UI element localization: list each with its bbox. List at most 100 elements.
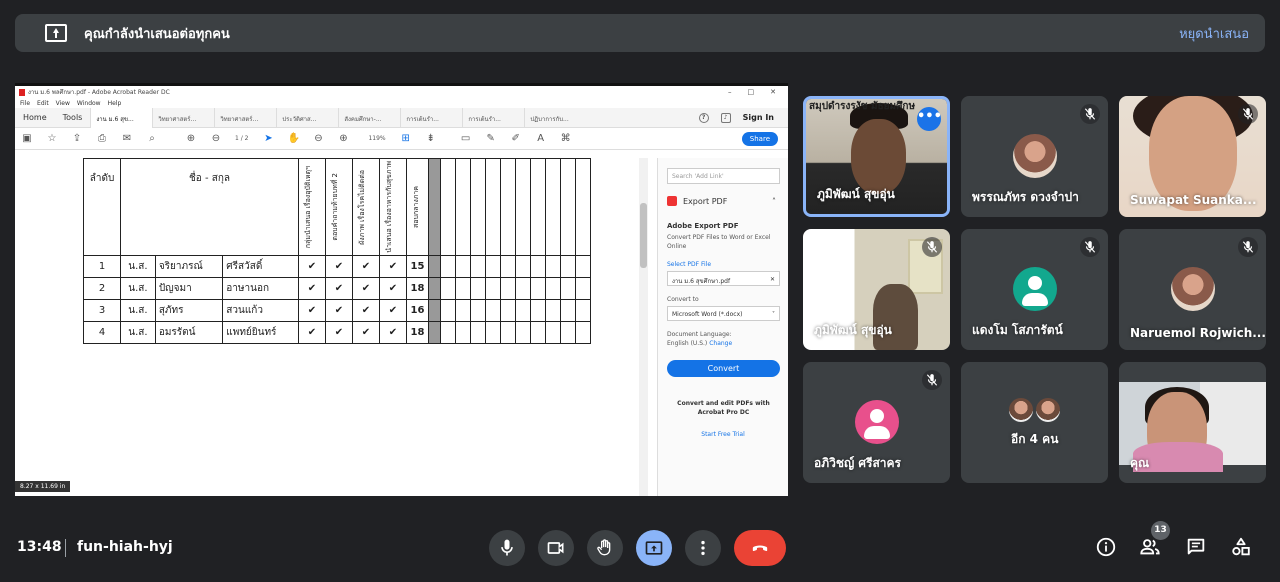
zoom-search-icon[interactable]: ⌕ [146,133,158,145]
presenting-message: คุณกำลังนำเสนอต่อทุกคน [84,26,230,42]
check-cell: ✔ [352,277,380,300]
page-down-icon[interactable]: ⊖ [210,133,222,145]
more-icon[interactable]: ••• [917,107,942,131]
upload-icon[interactable]: ⇪ [71,133,83,145]
doc-tab[interactable]: การเต้นรำ... [400,107,462,128]
doc-tab[interactable]: วิทยาศาสตร์... [152,107,214,128]
doc-tab[interactable]: งาน ม.6 สุข... [90,107,153,128]
self-name: คุณ [1130,456,1150,470]
convert-to-select[interactable]: Microsoft Word (*.docx) ˅ [667,306,780,321]
participant-tile[interactable]: พรรณภัทร ดวงจำปา [961,96,1108,217]
check-cell: ✔ [352,321,380,344]
fit-page-icon[interactable]: ⊞ [400,133,412,145]
participant-tile[interactable]: Naruemol Rojwich... [1119,229,1266,350]
select-tool-icon[interactable]: ➤ [262,133,274,145]
doc-tab[interactable]: ปฏิบาการกับ... [524,107,586,128]
participant-tile[interactable]: ภูมิพัฒน์ สุขอุ่น [803,229,950,350]
mic-button[interactable] [489,530,525,566]
select-pdf-link[interactable]: Select PDF File [667,261,780,268]
adobe-export-desc: Convert PDF Files to Word or Excel Onlin… [667,234,771,250]
clear-file-icon[interactable]: ✕ [770,276,775,283]
activities-button[interactable] [1230,536,1254,560]
doc-tab[interactable]: วิทยาศาสตร์... [214,107,276,128]
menu-edit[interactable]: Edit [37,100,49,107]
participant-name: ภูมิพัฒน์ สุขอุ่น [814,323,892,337]
name-prefix: น.ส. [120,321,156,344]
chat-button[interactable] [1185,536,1209,560]
doc-tab[interactable]: การเต้นรำ... [462,107,524,128]
share-button[interactable]: Share [741,131,778,146]
acrobat-toolbar: ▣ ☆ ⇪ ⎙ ✉ ⌕ ⊕ ⊖ 1 / 2 ➤ ✋ ⊖ ⊕ 119% ⊞ ⇟ ▭… [15,128,788,150]
print-icon[interactable]: ⎙ [96,133,108,145]
comment-icon[interactable]: ▭ [460,133,472,145]
change-language-link[interactable]: Change [709,340,732,347]
selected-file-field[interactable]: งาน ม.6 สุขศึกษา.pdf ✕ [667,271,780,286]
text-icon[interactable]: A [535,133,547,145]
highlight-icon[interactable]: ✎ [485,133,497,145]
menu-view[interactable]: View [56,100,70,107]
zoom-level[interactable]: 119% [368,135,385,142]
participant-tile[interactable]: สมุปดำรงรงัช มัธยมศึกษ ••• ภูมิพัฒน์ สุข… [803,96,950,217]
check-cell: ✔ [325,321,353,344]
participant-tile[interactable]: แดงโม โสภารัตน์ [961,229,1108,350]
camera-button[interactable] [538,530,574,566]
tool-search-input[interactable]: Search 'Add Link' [667,168,780,184]
last-name: ศรีสวัสดิ์ [222,255,299,278]
clock: 13:48 [17,539,62,555]
check-cell: ✔ [298,321,326,344]
convert-button[interactable]: Convert [667,360,780,377]
present-screen-button[interactable] [636,530,672,566]
help-icon[interactable]: ? [698,112,709,123]
close-icon[interactable]: ✕ [770,88,776,96]
stop-presenting-button[interactable]: หยุดนำเสนอ [1179,23,1249,44]
star-icon[interactable]: ☆ [46,133,58,145]
page-indicator[interactable]: 1 / 2 [235,135,248,142]
menu-help[interactable]: Help [108,100,122,107]
meeting-info-button[interactable] [1095,536,1119,560]
zoom-in-icon[interactable]: ⊕ [337,133,349,145]
maximize-icon[interactable]: □ [748,88,755,96]
avatar [1013,134,1057,178]
mic-icon [501,539,513,556]
doc-tab[interactable]: สังคมศึกษา-... [338,107,400,128]
row-number: 1 [83,255,121,278]
more-options-button[interactable] [685,530,721,566]
save-icon[interactable]: ▣ [21,133,33,145]
present-screen-icon [645,541,663,555]
leave-call-button[interactable] [734,530,786,566]
bell-icon[interactable]: ♪ [720,112,731,123]
zoom-out-icon[interactable]: ⊖ [312,133,324,145]
document-scrollbar[interactable] [639,158,648,496]
last-name: อาษานอก [222,277,299,300]
divider [65,539,66,557]
stamp-icon[interactable]: ⌘ [560,133,572,145]
participant-tile[interactable]: อภิวิชญ์ ศรีสาคร [803,362,950,483]
others-tile[interactable]: อีก 4 คน [961,362,1108,483]
mail-icon[interactable]: ✉ [121,133,133,145]
participant-tile[interactable]: Suwapat Suanka... [1119,96,1266,217]
scrollbar-thumb[interactable] [640,203,647,268]
sign-in-button[interactable]: Sign In [743,113,774,122]
export-pdf-header[interactable]: Export PDF ˄ [667,196,788,206]
self-tile[interactable]: คุณ [1119,362,1266,483]
avatar [1034,396,1062,424]
doc-tab[interactable]: ประวัติศาส... [276,107,338,128]
tab-tools[interactable]: Tools [55,113,91,122]
chat-icon [1187,538,1205,555]
start-free-trial-link[interactable]: Start Free Trial [658,431,788,438]
page-size-readout: 8.27 x 11.69 in [15,481,71,492]
tab-home[interactable]: Home [15,113,55,122]
menu-file[interactable]: File [20,100,30,107]
name-prefix: น.ส. [120,299,156,322]
scroll-mode-icon[interactable]: ⇟ [425,133,437,145]
draw-icon[interactable]: ✐ [510,133,522,145]
raise-hand-button[interactable] [587,530,623,566]
avatar [855,400,899,444]
check-cell: ✔ [379,277,407,300]
menu-window[interactable]: Window [77,100,101,107]
minimize-icon[interactable]: – [728,88,732,96]
chevron-up-icon[interactable]: ˄ [772,197,776,206]
page-up-icon[interactable]: ⊕ [185,133,197,145]
acrobat-tabrow: Home Tools งาน ม.6 สุข... วิทยาศาสตร์...… [15,107,788,128]
hand-tool-icon[interactable]: ✋ [287,133,299,145]
